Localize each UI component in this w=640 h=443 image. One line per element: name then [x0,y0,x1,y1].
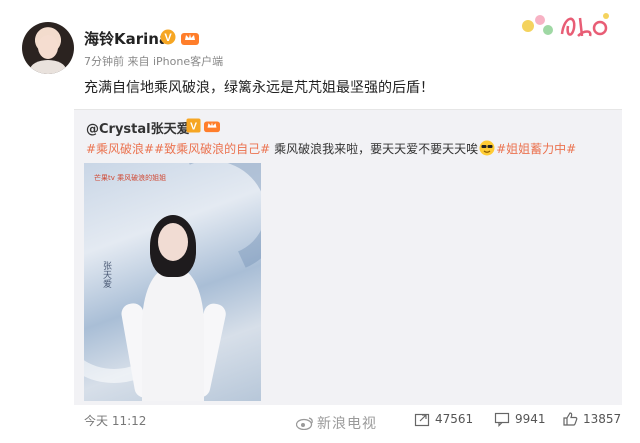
share-button[interactable]: 47561 [414,410,473,428]
weibo-logo-icon [296,417,313,430]
like-count: 13857 [583,412,622,426]
photo-signature: 张天爱 [101,261,111,288]
svg-text:V: V [190,121,197,132]
quoted-body: 乘风破浪我来啦，要天天爱不要天天唉 [270,142,479,156]
share-count: 47561 [435,412,474,426]
photo-logo: 芒果tv 乘风破浪的姐姐 [94,174,167,182]
vip-badge-icon: V [160,29,176,45]
quoted-author-name[interactable]: @Crystal张天爱 [86,118,190,137]
post-text: 充满自信地乘风破浪，绿篱永远是芃芃姐最坚强的后盾！ [84,80,434,96]
quoted-vip-badge-icon: V [186,118,201,133]
author-avatar[interactable] [22,22,74,74]
post-footer: 今天 11:12 新浪电视 47561 9941 13857 [0,403,640,443]
share-icon [414,413,430,427]
svg-text:V: V [164,32,172,44]
quoted-post[interactable]: @Crystal张天爱 V #乘风破浪##致乘风破浪的自己# 乘风破浪我来啦，要… [74,109,622,405]
crown-badge-icon [181,33,199,45]
comment-button[interactable]: 9941 [494,410,546,428]
watermark-text: 新浪电视 [317,416,377,432]
like-icon [563,412,578,426]
hashtag-link[interactable]: #姐姐蓄力中# [496,142,576,156]
post-meta: 7分钟前 来自 iPhone客户端 [84,55,224,68]
vlog-sticker-icon [522,13,609,37]
author-name[interactable]: 海铃Karina [84,28,169,49]
quoted-crown-badge-icon [204,121,220,133]
like-button[interactable]: 13857 [562,410,621,428]
hashtag-link[interactable]: #致乘风破浪的自己# [154,142,270,156]
weibo-post-card: 海铃Karina V 7分钟前 来自 iPhone客户端 充满自信地乘风破浪，绿… [0,0,640,443]
watermark: 新浪电视 [296,413,377,433]
comment-count: 9941 [515,412,546,426]
comment-icon [494,412,510,427]
post-time[interactable]: 今天 11:12 [84,412,146,429]
quoted-text: #乘风破浪##致乘风破浪的自己# 乘风破浪我来啦，要天天爱不要天天唉 #姐姐蓄力… [86,140,576,157]
sunglasses-emoji-icon [479,140,495,156]
quoted-photo[interactable]: 芒果tv 乘风破浪的姐姐 张天爱 [84,163,261,401]
hashtag-link[interactable]: #乘风破浪# [86,142,154,156]
